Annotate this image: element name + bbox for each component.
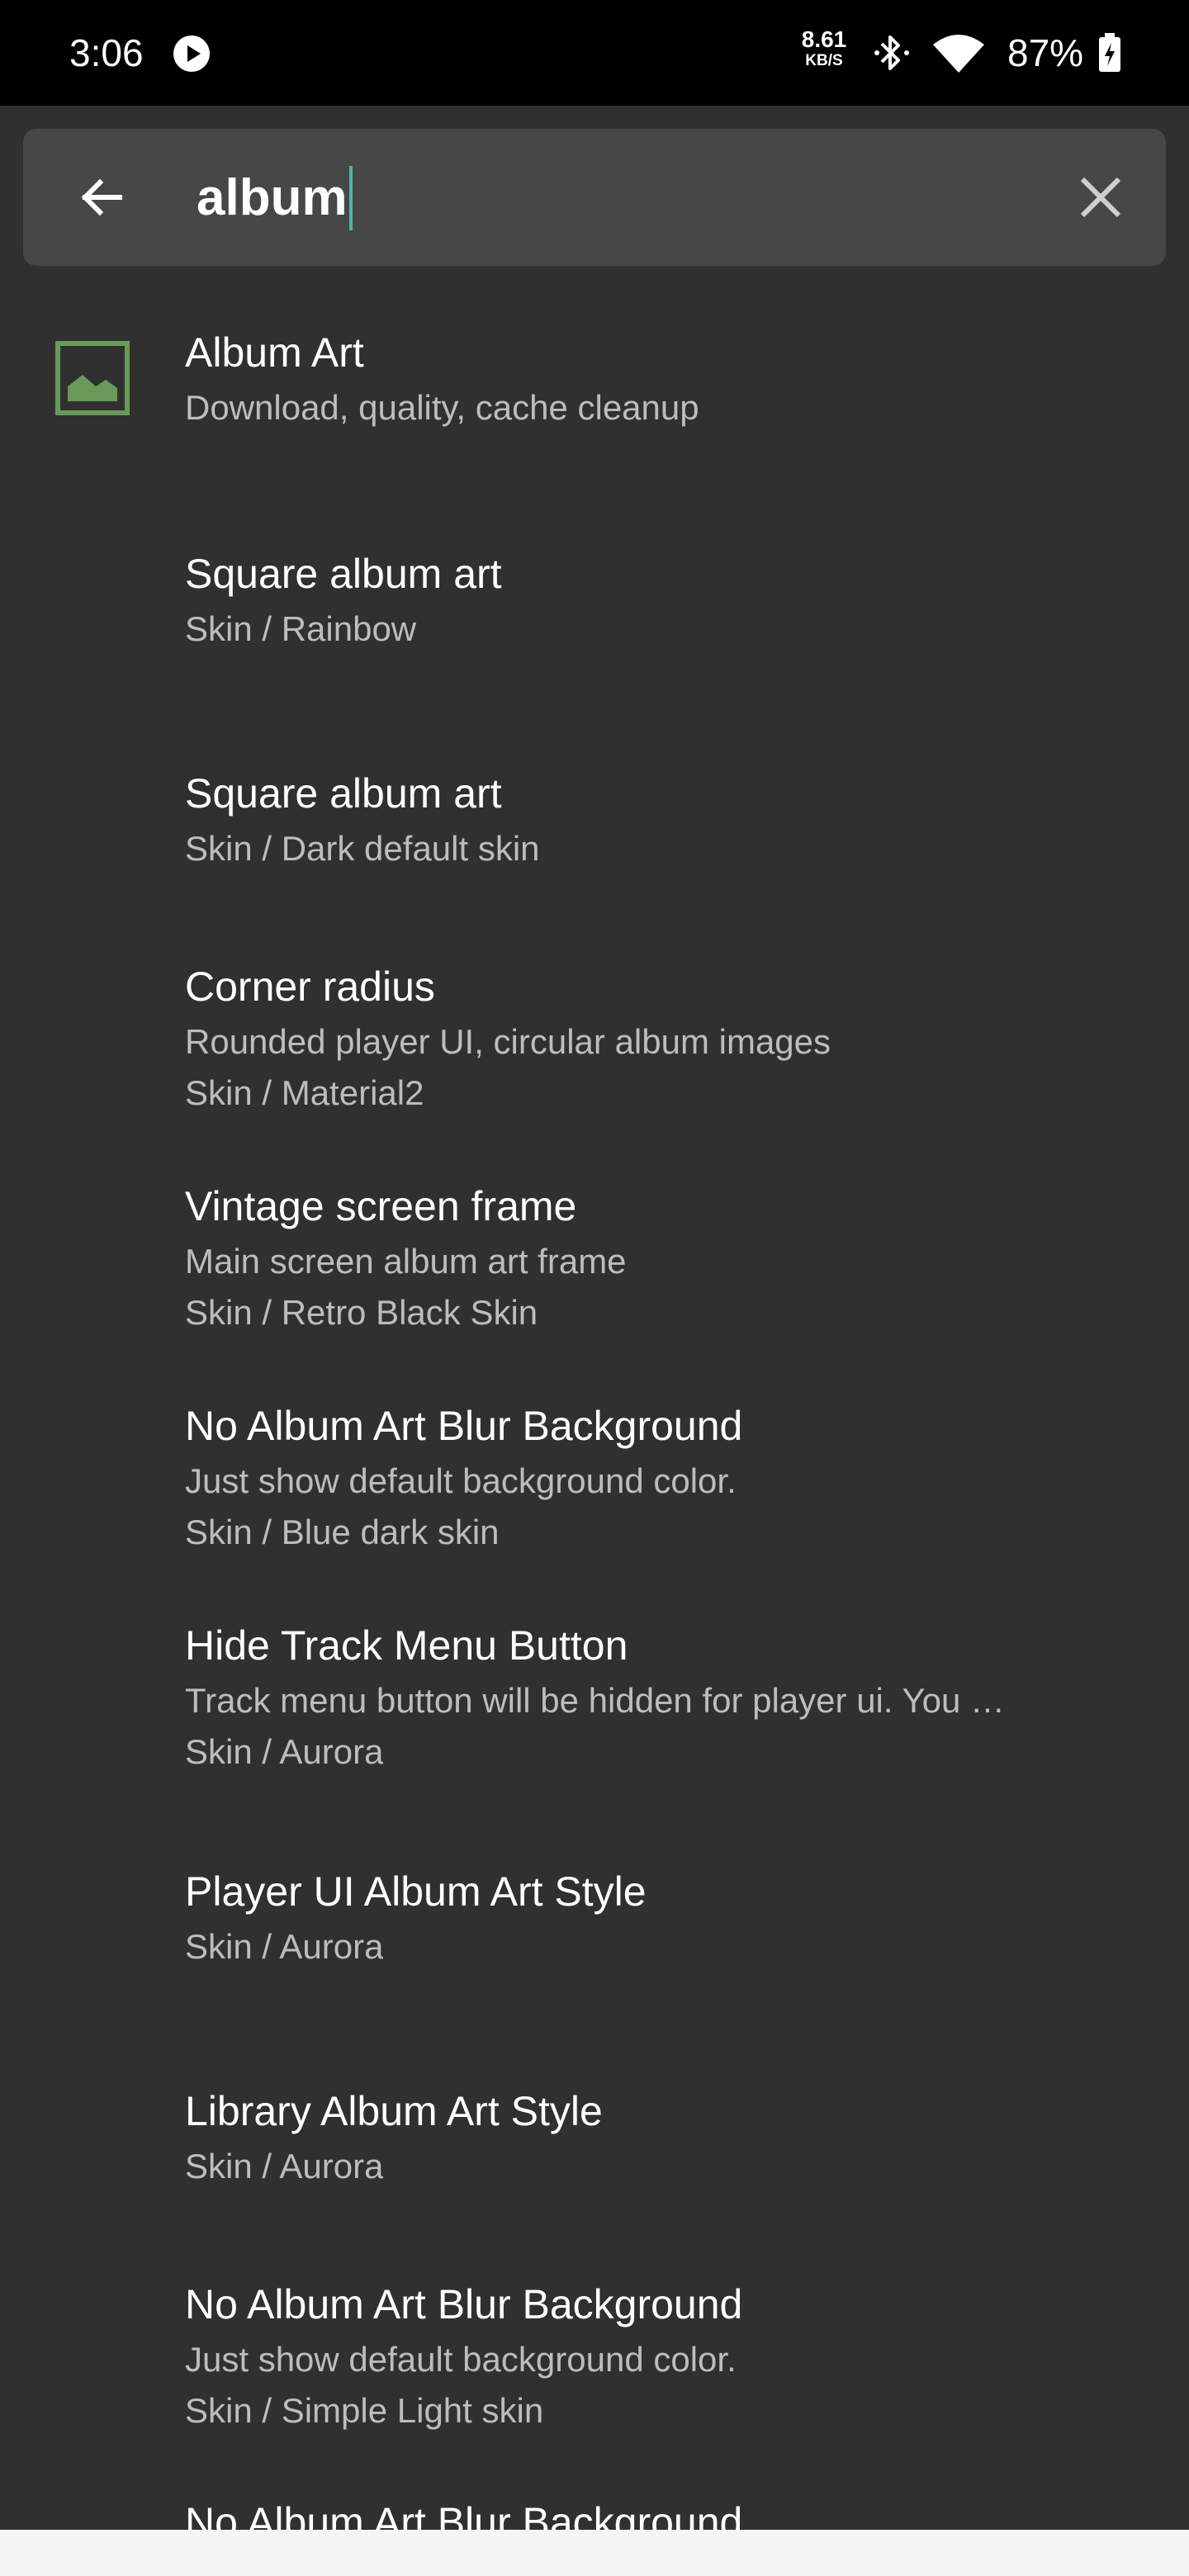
result-summary: Just show default background color. xyxy=(185,1461,737,1500)
result-summary: Download, quality, cache cleanup xyxy=(185,388,699,427)
result-summary: Skin / Dark default skin xyxy=(185,829,540,868)
result-title: No Album Art Blur Background xyxy=(185,2281,743,2327)
result-path: Skin / Blue dark skin xyxy=(185,1513,500,1551)
result-title: Square album art xyxy=(185,770,502,817)
result-title: Square album art xyxy=(185,551,502,597)
image-icon xyxy=(55,341,130,415)
result-title: Player UI Album Art Style xyxy=(185,1868,647,1915)
result-summary: Just show default background color. xyxy=(185,2340,737,2379)
result-summary: Skin / Aurora xyxy=(185,1927,384,1966)
result-summary: Skin / Aurora xyxy=(185,2147,384,2185)
result-summary: Skin / Rainbow xyxy=(185,609,417,648)
result-item[interactable]: No Album Art Blur Background xyxy=(0,0,1189,2545)
result-title: Hide Track Menu Button xyxy=(185,1622,628,1669)
result-path: Skin / Aurora xyxy=(185,1732,384,1771)
result-summary: Main screen album art frame xyxy=(185,1242,627,1281)
navigation-bar xyxy=(0,2530,1189,2576)
result-title: No Album Art Blur Background xyxy=(185,1403,743,1449)
result-title: Album Art xyxy=(185,329,364,376)
result-path: Skin / Simple Light skin xyxy=(185,2391,544,2430)
result-title: Vintage screen frame xyxy=(185,1183,577,1229)
result-summary: Track menu button will be hidden for pla… xyxy=(185,1681,1006,1720)
result-path: Skin / Material2 xyxy=(185,1073,424,1112)
result-title: Library Album Art Style xyxy=(185,2088,603,2134)
result-summary: Rounded player UI, circular album images xyxy=(185,1022,831,1061)
result-title: Corner radius xyxy=(185,964,435,1010)
result-path: Skin / Retro Black Skin xyxy=(185,1293,538,1332)
